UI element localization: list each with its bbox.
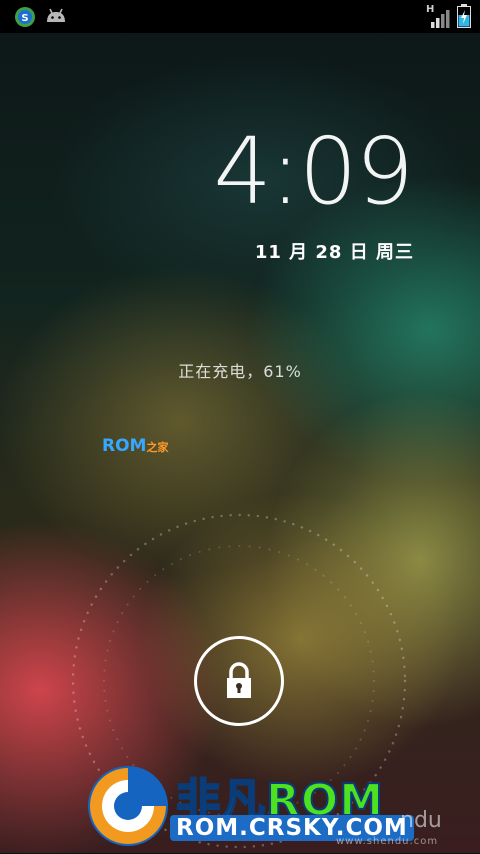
unlock-handle[interactable] xyxy=(194,636,284,726)
shendu-logo: ndu xyxy=(400,808,442,833)
brand-logo xyxy=(84,758,176,854)
lock-icon xyxy=(223,661,255,705)
shendu-url: www.shendu.com xyxy=(336,836,439,847)
